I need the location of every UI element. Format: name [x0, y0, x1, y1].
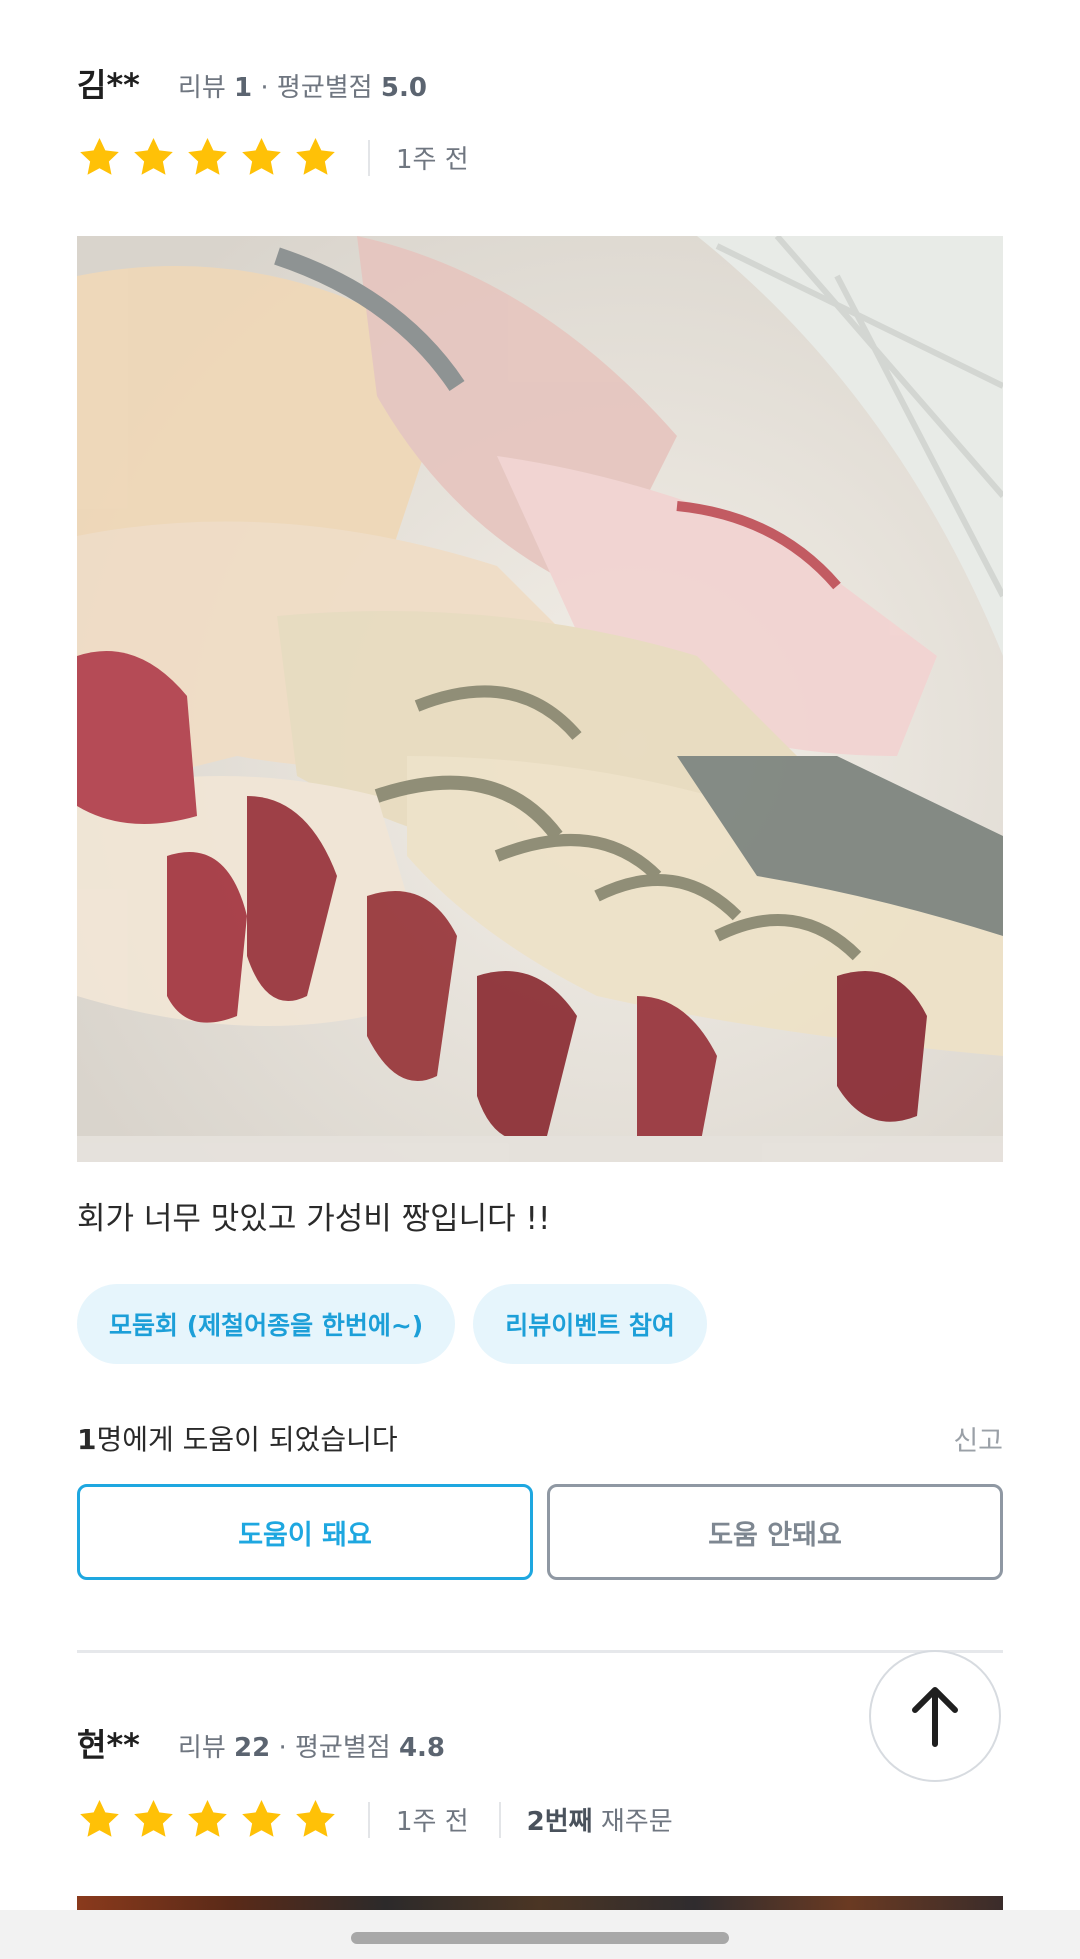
star-icon — [188, 138, 227, 175]
star-icon — [242, 1800, 281, 1837]
star-rating — [77, 135, 338, 180]
star-icon — [134, 138, 173, 175]
star-icon — [80, 138, 119, 175]
star-icon — [296, 138, 335, 175]
helpful-button[interactable]: 도움이 돼요 — [77, 1484, 533, 1580]
tag-list: 모둠회 (제철어종을 한번에~) 리뷰이벤트 참여 — [77, 1284, 707, 1364]
menu-tag[interactable]: 모둠회 (제철어종을 한번에~) — [77, 1284, 456, 1364]
star-icon — [188, 1800, 227, 1837]
system-nav-bar — [0, 1910, 1080, 1959]
reviewer-meta: 리뷰 22 · 평균별점 4.8 — [177, 1733, 446, 1763]
review-header: 현** 리뷰 22 · 평균별점 4.8 — [77, 1720, 445, 1766]
reviewer-meta: 리뷰 1 · 평균별점 5.0 — [177, 73, 427, 103]
separator — [368, 1801, 370, 1838]
home-indicator[interactable] — [351, 1932, 729, 1944]
review-time: 1주 전 — [396, 145, 469, 175]
star-icon — [80, 1800, 119, 1837]
arrow-up-icon — [912, 1687, 958, 1747]
report-link[interactable]: 신고 — [953, 1419, 1003, 1458]
star-rating — [77, 1797, 338, 1842]
feedback-buttons: 도움이 돼요 도움 안돼요 — [77, 1484, 1003, 1580]
event-tag[interactable]: 리뷰이벤트 참여 — [473, 1284, 707, 1364]
sashimi-photo — [77, 236, 1003, 1162]
star-icon — [296, 1800, 335, 1837]
rating-row: 1주 전 — [77, 135, 469, 180]
review-photo[interactable] — [77, 236, 1003, 1162]
review-text: 회가 너무 맛있고 가성비 짱입니다 !! — [77, 1201, 551, 1237]
reorder-badge: 2번째 재주문 — [526, 1807, 673, 1837]
helpful-count-text: 1명에게 도움이 되었습니다 — [77, 1423, 398, 1456]
review-divider — [77, 1650, 1003, 1653]
star-icon — [242, 138, 281, 175]
review-time: 1주 전 — [396, 1807, 469, 1837]
star-icon — [134, 1800, 173, 1837]
separator — [498, 1801, 501, 1838]
helpful-row: 1명에게 도움이 되었습니다 신고 — [77, 1418, 1003, 1458]
scroll-top-button[interactable] — [869, 1650, 1001, 1782]
not-helpful-button[interactable]: 도움 안돼요 — [547, 1484, 1003, 1580]
separator — [368, 139, 370, 176]
review-header: 김** 리뷰 1 · 평균별점 5.0 — [77, 60, 427, 106]
rating-row: 1주 전 2번째 재주문 — [77, 1797, 673, 1842]
reviewer-name[interactable]: 김** — [77, 60, 140, 106]
reviewer-name[interactable]: 현** — [77, 1720, 140, 1766]
